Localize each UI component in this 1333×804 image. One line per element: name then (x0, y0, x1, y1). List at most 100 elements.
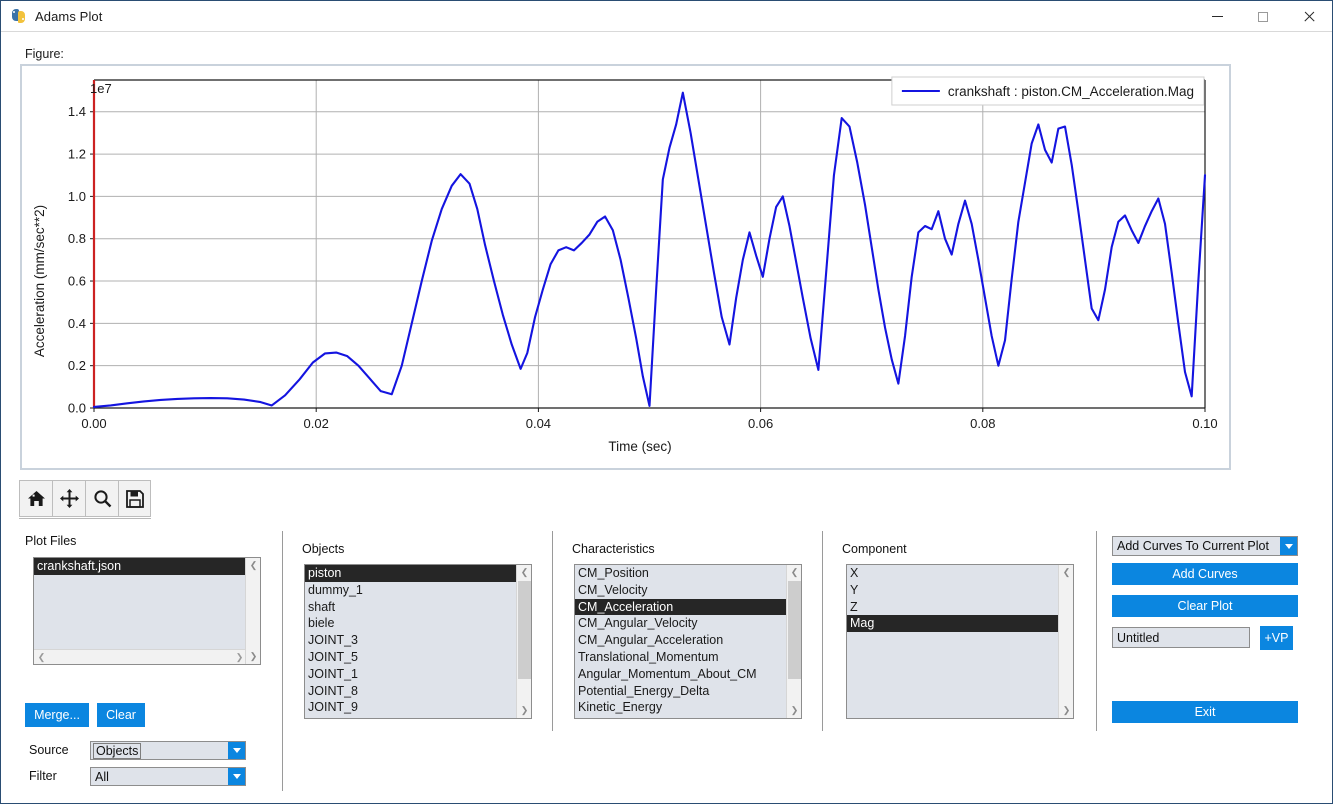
list-item[interactable]: Kinetic_Energy (575, 699, 786, 716)
list-item[interactable]: CM_Position (575, 565, 786, 582)
y-axis-label: Acceleration (mm/sec**2) (32, 205, 47, 357)
panel-divider (1096, 531, 1097, 731)
scroll-down-icon[interactable]: ❯ (246, 649, 260, 664)
list-item[interactable]: Translational_Momentum (575, 649, 786, 666)
y-tick-label: 1.2 (68, 147, 86, 162)
plot-files-hscrollbar[interactable]: ❮ ❯ (34, 649, 247, 664)
panel-divider (282, 531, 283, 791)
list-item[interactable]: CM_Acceleration (575, 598, 786, 616)
objects-vscrollbar[interactable]: ❮ ❯ (516, 565, 531, 718)
close-icon (1303, 11, 1315, 23)
plot-mode-select[interactable]: Add Curves To Current Plot (1112, 536, 1298, 556)
minimize-icon (1211, 16, 1223, 17)
characteristics-label: Characteristics (572, 542, 655, 556)
scroll-down-icon[interactable]: ❯ (517, 703, 531, 718)
scroll-up-icon[interactable]: ❮ (1059, 565, 1073, 580)
y-tick-label: 1.0 (68, 189, 86, 204)
list-item[interactable]: biele (305, 615, 516, 632)
add-curves-button[interactable]: Add Curves (1112, 563, 1298, 585)
plot-files-listbox[interactable]: crankshaft.json ❮ ❯ ❮ ❯ (33, 557, 261, 665)
list-item[interactable]: CM_Velocity (575, 582, 786, 599)
chevron-down-icon[interactable] (228, 768, 245, 785)
scroll-left-icon[interactable]: ❮ (34, 650, 49, 664)
scroll-thumb[interactable] (518, 581, 531, 679)
list-item[interactable]: Angular_Momentum_About_CM (575, 666, 786, 683)
y-tick-label: 0.8 (68, 231, 86, 246)
plot-toolbar (19, 480, 151, 519)
list-item[interactable]: CM_Angular_Acceleration (575, 632, 786, 649)
list-item[interactable]: JOINT_9 (305, 699, 516, 716)
scroll-down-icon[interactable]: ❯ (1059, 703, 1073, 718)
list-item[interactable]: piston (305, 565, 516, 582)
adams-plot-window: Adams Plot Figure: 0.0 0.2 0.4 0.6 0.8 1.0 1.2… (0, 0, 1333, 804)
list-item[interactable]: JOINT_1 (305, 666, 516, 683)
y-tick-label: 0.0 (68, 401, 86, 416)
list-item[interactable]: X (847, 565, 1058, 582)
component-vscrollbar[interactable]: ❮ ❯ (1058, 565, 1073, 718)
x-tick-label: 0.04 (526, 416, 551, 431)
list-item[interactable]: JOINT_5 (305, 649, 516, 666)
y-tick-label: 0.6 (68, 274, 86, 289)
characteristics-vscrollbar[interactable]: ❮ ❯ (786, 565, 801, 718)
chevron-down-icon[interactable] (228, 742, 245, 759)
save-icon[interactable] (118, 480, 151, 517)
x-tick-label: 0.10 (1192, 416, 1217, 431)
list-item[interactable]: Potential_Energy_Delta (575, 683, 786, 700)
list-item[interactable]: Z (847, 599, 1058, 616)
merge-button[interactable]: Merge... (25, 703, 89, 727)
acceleration-plot[interactable]: 0.0 0.2 0.4 0.6 0.8 1.0 1.2 1.4 0.00 0.02 0.04 0.0… (22, 66, 1229, 468)
minimize-button[interactable] (1194, 1, 1240, 32)
objects-listbox[interactable]: piston dummy_1 shaft biele JOINT_3 JOINT_5 JOI… (304, 564, 532, 719)
plot-legend: crankshaft : piston.CM_Acceleration.Mag (891, 76, 1205, 106)
list-item[interactable]: shaft (305, 599, 516, 616)
viewport-name-input[interactable]: Untitled (1112, 627, 1250, 648)
x-tick-label: 0.08 (970, 416, 995, 431)
list-item[interactable]: dummy_1 (305, 582, 516, 599)
y-tick-label: 0.4 (68, 316, 86, 331)
clear-button[interactable]: Clear (97, 703, 145, 727)
scroll-thumb[interactable] (788, 581, 801, 679)
scroll-down-icon[interactable]: ❯ (787, 703, 801, 718)
filter-label: Filter (29, 769, 57, 783)
add-viewport-button[interactable]: +VP (1260, 626, 1293, 650)
title-bar: Adams Plot (1, 1, 1332, 32)
y-tick-label: 0.2 (68, 358, 86, 373)
window-controls (1194, 1, 1332, 32)
panel-divider (552, 531, 553, 731)
x-tick-label: 0.00 (81, 416, 106, 431)
filter-value: All (95, 769, 109, 784)
characteristics-listbox[interactable]: CM_Position CM_Velocity CM_Acceleration CM_… (574, 564, 802, 719)
python-logo-icon (11, 8, 27, 24)
home-icon[interactable] (19, 480, 52, 517)
list-item[interactable]: JOINT_8 (305, 683, 516, 700)
plot-files-label: Plot Files (25, 534, 77, 548)
scroll-up-icon[interactable]: ❮ (246, 558, 260, 573)
component-label: Component (842, 542, 907, 556)
chevron-down-icon[interactable] (1280, 537, 1297, 555)
component-listbox[interactable]: X Y Z Mag ❮ ❯ (846, 564, 1074, 719)
scroll-up-icon[interactable]: ❮ (787, 565, 801, 580)
scroll-up-icon[interactable]: ❮ (517, 565, 531, 580)
filter-select[interactable]: All (90, 767, 246, 786)
zoom-icon[interactable] (85, 480, 118, 517)
source-label: Source (29, 743, 69, 757)
pan-icon[interactable] (52, 480, 85, 517)
close-button[interactable] (1286, 1, 1332, 32)
objects-label: Objects (302, 542, 345, 556)
source-value: Objects (93, 742, 142, 759)
list-item[interactable]: crankshaft.json (34, 558, 245, 575)
x-tick-label: 0.06 (748, 416, 773, 431)
figure-panel: 0.0 0.2 0.4 0.6 0.8 1.0 1.2 1.4 0.00 0.02 0.04 0.0… (20, 64, 1231, 470)
maximize-button[interactable] (1240, 1, 1286, 32)
source-select[interactable]: Objects (90, 741, 246, 760)
clear-plot-button[interactable]: Clear Plot (1112, 595, 1298, 617)
list-item[interactable]: Y (847, 582, 1058, 599)
list-item[interactable]: Mag (847, 615, 1058, 633)
list-item[interactable]: CM_Angular_Velocity (575, 615, 786, 632)
plot-mode-value: Add Curves To Current Plot (1117, 539, 1269, 553)
list-item[interactable]: JOINT_3 (305, 632, 516, 649)
x-tick-label: 0.02 (304, 416, 329, 431)
exit-button[interactable]: Exit (1112, 701, 1298, 723)
plot-files-vscrollbar[interactable]: ❮ ❯ (245, 558, 260, 664)
y-exponent-label: 1e7 (90, 81, 112, 96)
